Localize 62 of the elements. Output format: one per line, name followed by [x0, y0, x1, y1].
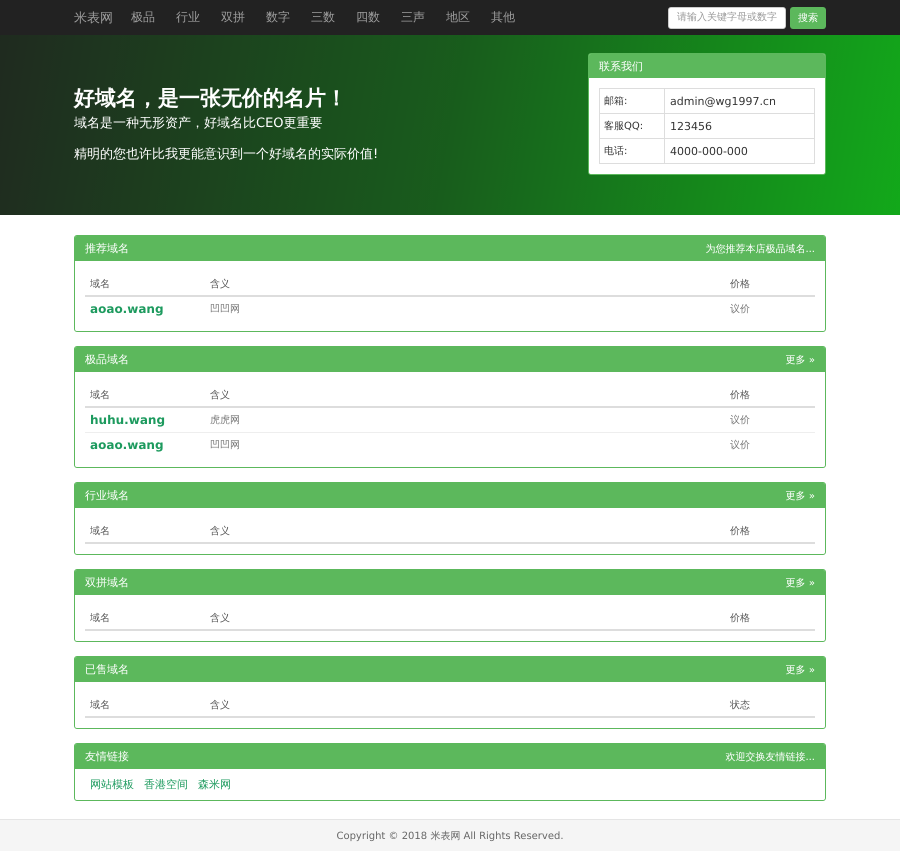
panel-title: 极品域名: [85, 352, 129, 367]
column-header: 域名: [85, 384, 205, 407]
hero-title: 好域名，是一张无价的名片！: [74, 85, 348, 112]
more-link[interactable]: 更多 »: [786, 576, 815, 590]
column-header: 价格: [725, 273, 815, 296]
nav-link[interactable]: 四数: [356, 9, 380, 26]
copyright-text: Copyright © 2018 米表网 All Rights Reserved.: [336, 830, 564, 842]
column-header: 域名: [85, 273, 205, 296]
nav-link[interactable]: 极品: [131, 9, 155, 26]
domain-link[interactable]: aoao.wang: [90, 438, 164, 452]
contact-value: admin@wg1997.cn: [664, 88, 814, 114]
table-cell: 虎虎网: [205, 407, 725, 432]
column-header: 含义: [205, 694, 725, 717]
more-link[interactable]: 更多 »: [786, 488, 815, 502]
contact-label: 邮箱:: [600, 88, 664, 114]
column-header: 含义: [205, 607, 725, 630]
table-cell: 议价: [725, 407, 815, 432]
column-header: 价格: [725, 520, 815, 543]
panel-title: 双拼域名: [85, 575, 129, 590]
search-field[interactable]: 请输入关键字母或数字: [668, 6, 786, 28]
nav-link[interactable]: 行业: [176, 9, 200, 26]
column-header: 含义: [205, 273, 725, 296]
friend-link[interactable]: 香港空间: [144, 777, 188, 792]
nav-link[interactable]: 三声: [401, 9, 425, 26]
more-link[interactable]: 更多 »: [786, 662, 815, 676]
table-cell: 议价: [725, 432, 815, 457]
panel-title: 推荐域名: [85, 241, 129, 256]
panel-title: 行业域名: [85, 488, 129, 503]
table-cell: 议价: [725, 296, 815, 321]
contact-label: 客服QQ:: [600, 114, 664, 138]
contact-value: 123456: [664, 114, 814, 138]
domain-link[interactable]: aoao.wang: [90, 302, 164, 316]
hero-subtitle: 域名是一种无形资产，好域名比CEO更重要: [74, 115, 324, 132]
nav-link[interactable]: 双拼: [221, 9, 245, 26]
brand-link[interactable]: 米表网: [74, 8, 113, 26]
more-link[interactable]: 欢迎交换友情链接...: [725, 750, 815, 764]
column-header: 含义: [205, 384, 725, 407]
friend-link[interactable]: 网站模板: [90, 777, 134, 792]
search-button[interactable]: 搜索: [790, 6, 826, 28]
panel-title: 已售域名: [85, 662, 129, 677]
nav-link[interactable]: 三数: [311, 9, 335, 26]
contact-label: 电话:: [600, 138, 664, 164]
domain-link[interactable]: huhu.wang: [90, 413, 166, 427]
column-header: 价格: [725, 607, 815, 630]
column-header: 域名: [85, 694, 205, 717]
column-header: 含义: [205, 520, 725, 543]
column-header: 域名: [85, 520, 205, 543]
more-link[interactable]: 更多 »: [786, 352, 815, 366]
friend-link[interactable]: 森米网: [198, 777, 231, 792]
nav-link[interactable]: 地区: [446, 9, 470, 26]
card-title: 联系我们: [589, 54, 825, 78]
contact-value: 4000-000-000: [664, 138, 814, 164]
nav-link[interactable]: 数字: [266, 9, 290, 26]
hero-tagline: 精明的您也许比我更能意识到一个好域名的实际价值!: [74, 146, 380, 163]
table-cell: 凹凹网: [205, 432, 725, 457]
nav-link[interactable]: 其他: [491, 9, 515, 26]
more-link[interactable]: 为您推荐本店极品域名...: [705, 242, 815, 256]
table-cell: 凹凹网: [205, 296, 725, 321]
panel-title: 友情链接: [85, 749, 129, 764]
column-header: 状态: [725, 694, 815, 717]
column-header: 域名: [85, 607, 205, 630]
column-header: 价格: [725, 384, 815, 407]
